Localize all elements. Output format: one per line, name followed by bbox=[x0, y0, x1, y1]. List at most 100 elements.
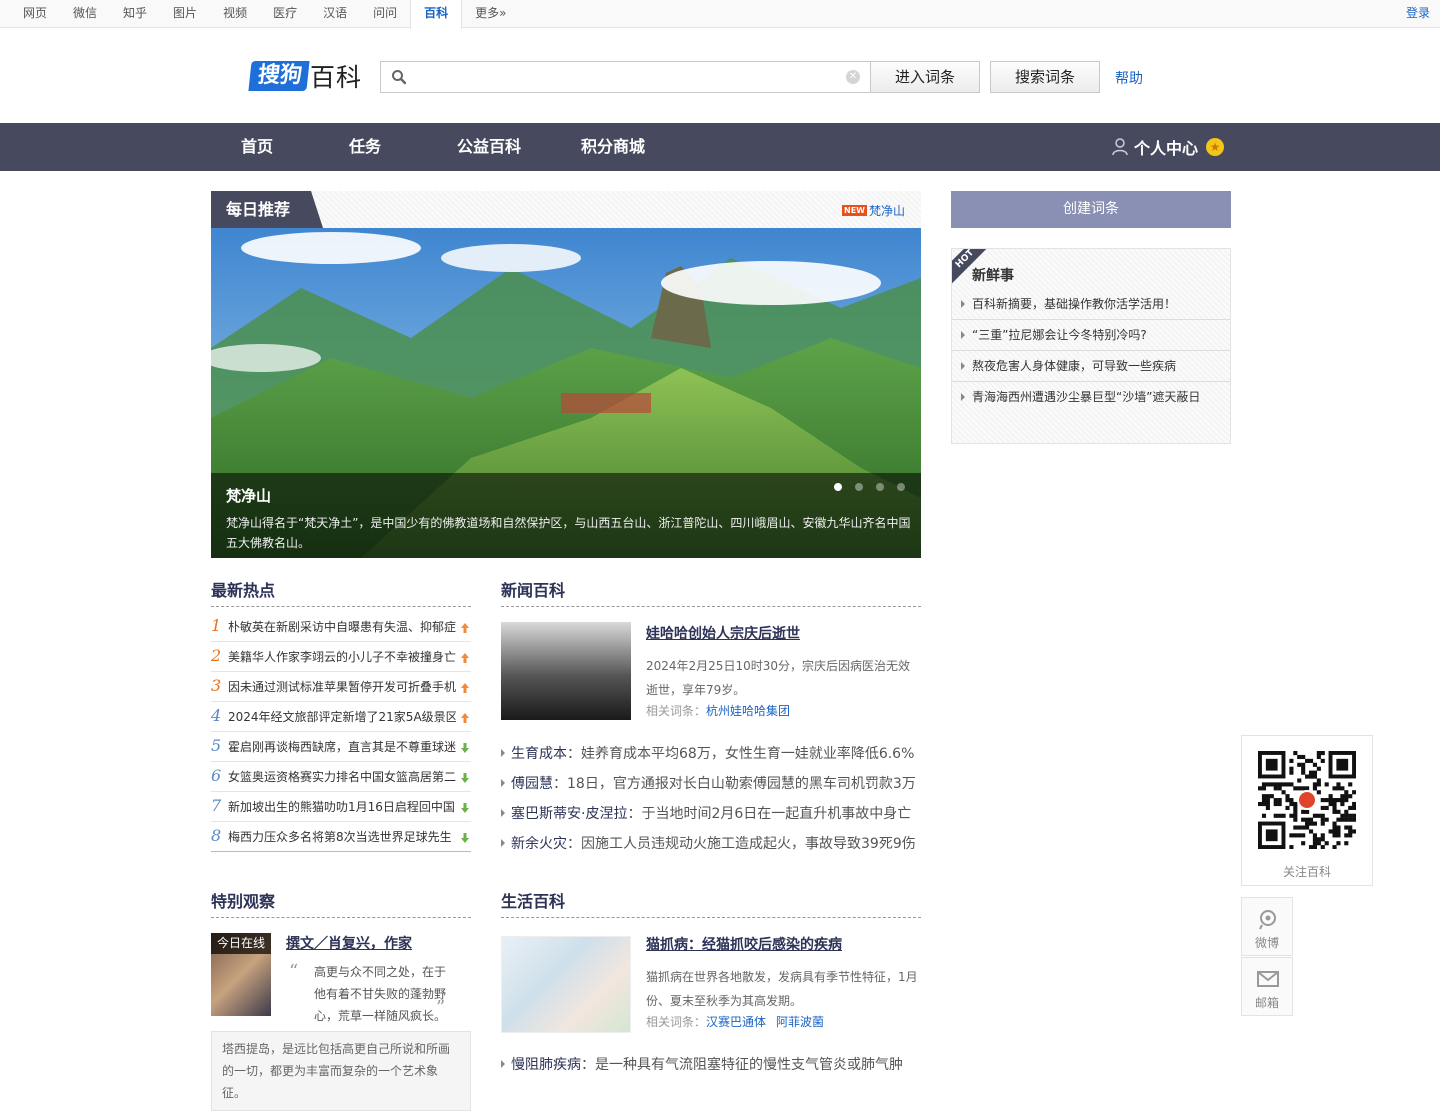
carousel-dot[interactable] bbox=[897, 483, 905, 491]
list-item[interactable]: 生育成本：娃养育成本平均68万，女性生育一娃就业率降低6.6% bbox=[501, 739, 921, 769]
top-nav-zhihu[interactable]: 知乎 bbox=[110, 0, 160, 28]
life-feature-image[interactable] bbox=[501, 936, 631, 1033]
carousel-dot[interactable] bbox=[855, 483, 863, 491]
fresh-news-text: 百科新摘要，基础操作教你活学活用！ bbox=[972, 297, 1177, 311]
list-item[interactable]: 慢阻肺疾病：是一种具有气流阻塞特征的慢性支气管炎或肺气肿 bbox=[501, 1050, 921, 1080]
mail-button[interactable]: 邮箱 bbox=[1241, 957, 1293, 1016]
top-nav-more[interactable]: 更多» bbox=[462, 0, 519, 28]
nav-charity-baike[interactable]: 公益百科 bbox=[457, 123, 521, 171]
featured-banner[interactable]: 梵净山 梵净山得名于“梵天净土”，是中国少有的佛教道场和自然保护区，与山西五台山… bbox=[211, 228, 921, 558]
fresh-news-text: “三重”拉尼娜会让今冬特别冷吗? bbox=[972, 328, 1147, 342]
top-nav-video[interactable]: 视频 bbox=[210, 0, 260, 28]
top-nav-wechat[interactable]: 微信 bbox=[60, 0, 110, 28]
sogou-baike-logo[interactable]: 搜狗 百科 bbox=[248, 59, 362, 93]
open-quote-icon: “ bbox=[289, 961, 299, 982]
personal-center[interactable]: 个人中心 ★ bbox=[1112, 123, 1225, 171]
enter-entry-button[interactable]: 进入词条 bbox=[870, 61, 980, 93]
news-list: 生育成本：娃养育成本平均68万，女性生育一娃就业率降低6.6% 傅园慧：18日，官… bbox=[501, 739, 921, 859]
hot-list-item[interactable]: 7 新加坡出生的熊猫叻叻1月16日启程回中国 bbox=[211, 792, 471, 822]
user-icon bbox=[1112, 138, 1128, 156]
hot-list-item[interactable]: 1 朴敏英在新剧采访中自曝患有失温、抑郁症 bbox=[211, 612, 471, 642]
list-item-text: 18日，官方通报对长白山勒索傅园慧的黑车司机罚款3万 bbox=[567, 776, 916, 792]
observe-title[interactable]: 撰文／肖复兴，作家 bbox=[286, 933, 412, 953]
hot-item-text: 2024年经文旅部评定新增了21家5A级景区 bbox=[228, 710, 456, 724]
qr-code-icon bbox=[1258, 751, 1356, 849]
hot-rank-number: 4 bbox=[211, 706, 222, 725]
hot-list-item[interactable]: 3 因未通过测试标准苹果暂停开发可折叠手机 bbox=[211, 672, 471, 702]
news-feature-title[interactable]: 娃哈哈创始人宗庆后逝世 bbox=[646, 623, 800, 643]
list-item-keyword[interactable]: 慢阻肺疾病 bbox=[511, 1057, 581, 1073]
mail-label: 邮箱 bbox=[1254, 996, 1279, 1010]
help-link[interactable]: 帮助 bbox=[1115, 68, 1143, 88]
hot-list-item[interactable]: 4 2024年经文旅部评定新增了21家5A级景区 bbox=[211, 702, 471, 732]
fresh-news-item[interactable]: 百科新摘要，基础操作教你活学活用！ bbox=[952, 289, 1230, 320]
carousel-dot[interactable] bbox=[876, 483, 884, 491]
trend-up-icon bbox=[461, 653, 469, 663]
hot-rank-number: 8 bbox=[211, 826, 222, 845]
hot-list-item[interactable]: 2 美籍华人作家李翊云的小儿子不幸被撞身亡 bbox=[211, 642, 471, 672]
list-item[interactable]: 塞巴斯蒂安·皮涅拉：于当地时间2月6日在一起直升机事故中身亡 bbox=[501, 799, 921, 829]
life-section-title: 生活百科 bbox=[501, 891, 921, 918]
weibo-icon bbox=[1259, 910, 1276, 930]
hot-rank-number: 1 bbox=[211, 616, 222, 635]
list-item-text: 娃养育成本平均68万，女性生育一娃就业率降低6.6% bbox=[581, 746, 915, 762]
carousel-dot[interactable] bbox=[834, 483, 842, 491]
related-link[interactable]: 阿菲波菌 bbox=[776, 1015, 824, 1029]
weibo-button[interactable]: 微博 bbox=[1241, 897, 1293, 956]
life-feature-related: 相关词条：汉赛巴通体 阿菲波菌 bbox=[646, 1013, 834, 1030]
trend-down-icon bbox=[461, 833, 469, 843]
list-item[interactable]: 新余火灾：因施工人员违规动火施工造成起火，事故导致39死9伤 bbox=[501, 829, 921, 859]
bullet-icon bbox=[501, 749, 505, 757]
top-nav-web[interactable]: 网页 bbox=[10, 0, 60, 28]
nav-points-mall[interactable]: 积分商城 bbox=[581, 123, 645, 171]
separator: ： bbox=[567, 836, 581, 852]
related-link[interactable]: 汉赛巴通体 bbox=[706, 1015, 766, 1029]
list-item-keyword[interactable]: 傅园慧 bbox=[511, 776, 553, 792]
banner-title[interactable]: 梵净山 bbox=[226, 485, 271, 506]
daily-new-link[interactable]: NEW 梵净山 bbox=[842, 202, 905, 219]
nav-tasks[interactable]: 任务 bbox=[349, 123, 381, 171]
bullet-icon bbox=[961, 300, 965, 308]
top-nav-hanyu[interactable]: 汉语 bbox=[310, 0, 360, 28]
fresh-news-item[interactable]: 熬夜危害人身体健康，可导致一些疾病 bbox=[952, 351, 1230, 382]
hot-list-item[interactable]: 8 梅西力压众多名将第8次当选世界足球先生 bbox=[211, 822, 471, 852]
hot-rank-number: 5 bbox=[211, 736, 222, 755]
top-nav: 网页 微信 知乎 图片 视频 医疗 汉语 问问 百科 更多» bbox=[10, 0, 519, 29]
observe-section-title: 特别观察 bbox=[211, 891, 471, 918]
search-input[interactable] bbox=[415, 66, 835, 88]
news-feature-image[interactable] bbox=[501, 622, 631, 720]
hot-rank-number: 6 bbox=[211, 766, 222, 785]
search-entry-button[interactable]: 搜索词条 bbox=[990, 61, 1100, 93]
trend-down-icon bbox=[461, 773, 469, 783]
trend-up-icon bbox=[461, 623, 469, 633]
trend-up-icon bbox=[461, 713, 469, 723]
nav-home[interactable]: 首页 bbox=[241, 123, 273, 171]
life-feature-title[interactable]: 猫抓病：经猫抓咬后感染的疾病 bbox=[646, 934, 842, 954]
fresh-news-text: 青海海西州遭遇沙尘暴巨型“沙墙”遮天蔽日 bbox=[972, 390, 1201, 404]
fresh-news-item[interactable]: 青海海西州遭遇沙尘暴巨型“沙墙”遮天蔽日 bbox=[952, 382, 1230, 413]
hot-list-item[interactable]: 6 女篮奥运资格赛实力排名中国女篮高居第二 bbox=[211, 762, 471, 792]
hot-item-text: 因未通过测试标准苹果暂停开发可折叠手机 bbox=[228, 680, 456, 694]
hot-list-item[interactable]: 5 霍启刚再谈梅西缺席，直言其是不尊重球迷 bbox=[211, 732, 471, 762]
carousel-dots bbox=[821, 483, 905, 491]
hot-item-text: 女篮奥运资格赛实力排名中国女篮高居第二 bbox=[228, 770, 456, 784]
list-item[interactable]: 傅园慧：18日，官方通报对长白山勒索傅园慧的黑车司机罚款3万 bbox=[501, 769, 921, 799]
create-entry-button[interactable]: 创建词条 bbox=[951, 191, 1231, 228]
top-nav-baike[interactable]: 百科 bbox=[410, 0, 463, 29]
top-nav-wenwen[interactable]: 问问 bbox=[360, 0, 410, 28]
top-nav-medical[interactable]: 医疗 bbox=[260, 0, 310, 28]
login-link[interactable]: 登录 bbox=[1406, 0, 1430, 27]
clear-icon[interactable]: ✕ bbox=[846, 70, 860, 84]
related-link[interactable]: 杭州娃哈哈集团 bbox=[706, 704, 790, 718]
list-item-keyword[interactable]: 新余火灾 bbox=[511, 836, 567, 852]
list-item-keyword[interactable]: 塞巴斯蒂安·皮涅拉 bbox=[511, 806, 627, 822]
list-item-keyword[interactable]: 生育成本 bbox=[511, 746, 567, 762]
life-feature-desc: 猫抓病在世界各地散发，发病具有季节性特征，1月份、夏末至秋季为其高发期。 bbox=[646, 970, 918, 1008]
separator: ： bbox=[581, 1057, 595, 1073]
list-item-text: 因施工人员违规动火施工造成起火，事故导致39死9伤 bbox=[581, 836, 916, 852]
bullet-icon bbox=[961, 393, 965, 401]
life-list: 慢阻肺疾病：是一种具有气流阻塞特征的慢性支气管炎或肺气肿 bbox=[501, 1050, 921, 1080]
trend-down-icon bbox=[461, 803, 469, 813]
top-nav-images[interactable]: 图片 bbox=[160, 0, 210, 28]
fresh-news-item[interactable]: “三重”拉尼娜会让今冬特别冷吗? bbox=[952, 320, 1230, 351]
